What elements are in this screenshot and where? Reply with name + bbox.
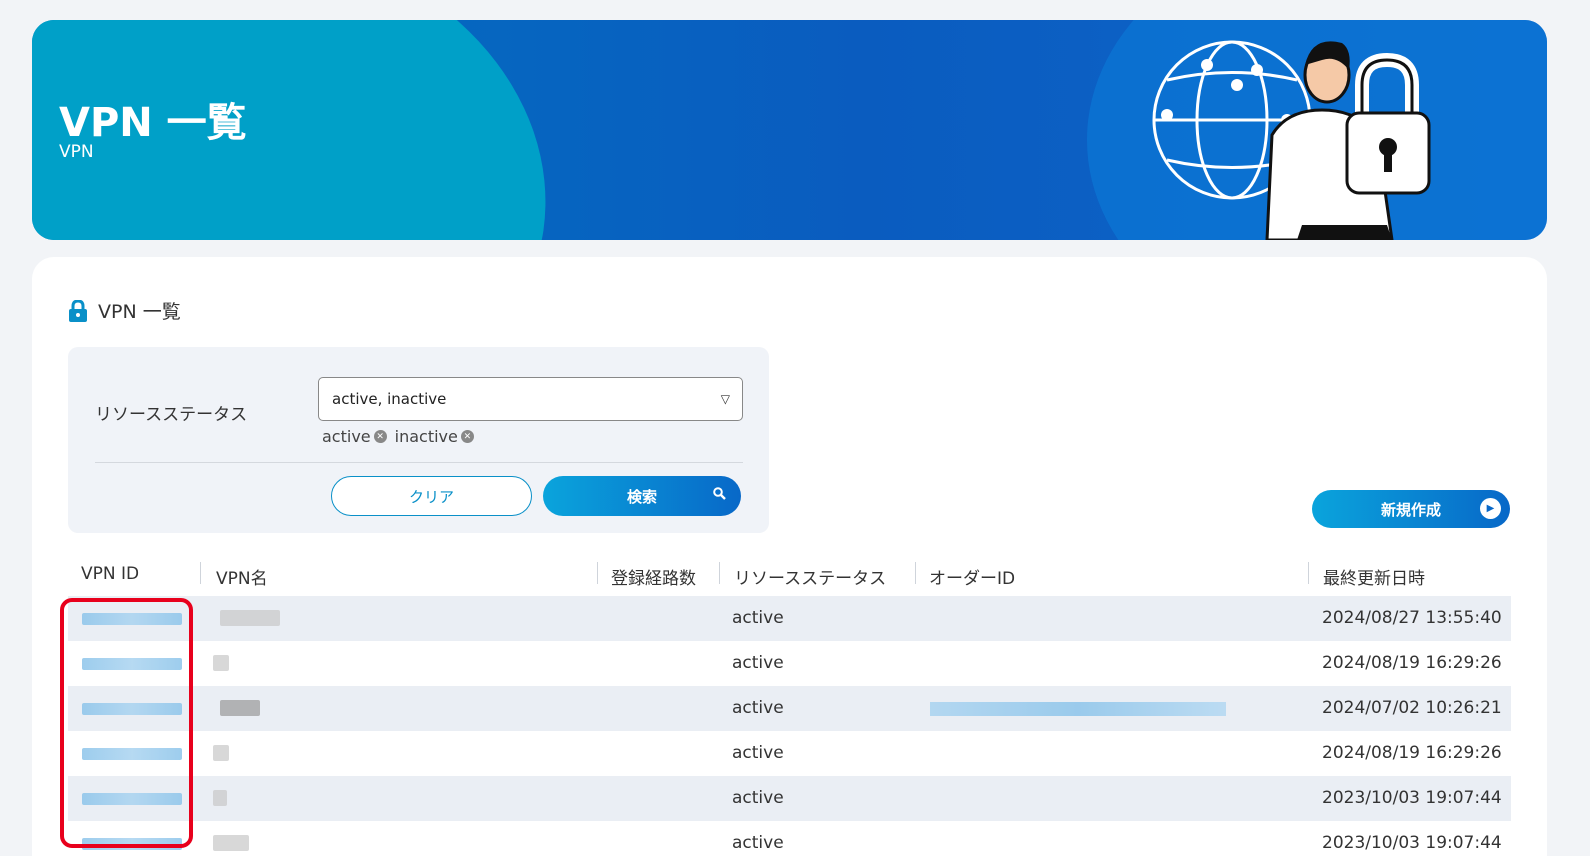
resource-status-cell: active [732,788,784,808]
column-separator [200,562,201,584]
vpn-list-card: VPN 一覧 リソースステータス active, inactive ▽ acti… [32,257,1547,856]
column-separator [597,562,598,584]
divider [95,462,743,463]
column-separator [719,562,720,584]
chevron-down-icon: ▽ [720,392,730,406]
vpn-table: VPN ID VPN名 登録経路数 リソースステータス オーダーID 最終更新日… [68,554,1511,856]
updated-at-cell: 2024/08/27 13:55:40 [1322,608,1502,628]
card-title: VPN 一覧 [68,297,181,324]
column-header-updated-at[interactable]: 最終更新日時 [1323,564,1425,589]
column-header-vpn-name[interactable]: VPN名 [216,564,268,589]
resource-status-cell: active [732,608,784,628]
updated-at-cell: 2023/10/03 19:07:44 [1322,833,1502,853]
column-header-resource-status[interactable]: リソースステータス [734,564,886,589]
column-separator [1308,562,1309,584]
table-row[interactable]: active 2024/08/19 16:29:26 [68,731,1511,776]
resource-status-cell: active [732,743,784,763]
remove-chip-icon[interactable]: ✕ [460,430,474,443]
updated-at-cell: 2023/10/03 19:07:44 [1322,788,1502,808]
resource-status-label: リソースステータス [95,405,248,425]
resource-status-cell: active [732,833,784,853]
filter-panel: リソースステータス active, inactive ▽ active ✕ in… [68,347,769,533]
arrow-right-circle-icon: ▶ [1480,498,1501,519]
vpn-name-redacted [213,835,249,851]
status-chip-active: active ✕ [322,427,387,446]
status-chip-inactive: inactive ✕ [395,427,474,446]
table-body: active 2024/08/27 13:55:40 active 2024/0… [68,596,1511,856]
table-row[interactable]: active 2023/10/03 19:07:44 [68,821,1511,856]
order-id-link[interactable] [930,702,1226,716]
selected-status-chips: active ✕ inactive ✕ [322,427,474,446]
table-row[interactable]: active 2024/07/02 10:26:21 [68,686,1511,731]
remove-chip-icon[interactable]: ✕ [373,430,387,443]
table-header: VPN ID VPN名 登録経路数 リソースステータス オーダーID 最終更新日… [68,554,1511,596]
select-value: active, inactive [332,390,447,408]
vpn-name-redacted [213,745,229,761]
updated-at-cell: 2024/08/19 16:29:26 [1322,653,1502,673]
table-row[interactable]: active 2024/08/19 16:29:26 [68,641,1511,686]
column-separator [915,562,916,584]
table-row[interactable]: active 2024/08/27 13:55:40 [68,596,1511,641]
vpn-name-redacted [213,790,227,806]
chip-label: active [322,427,371,446]
column-header-route-count[interactable]: 登録経路数 [611,564,696,589]
updated-at-cell: 2024/07/02 10:26:21 [1322,698,1502,718]
create-new-label: 新規作成 [1380,500,1441,519]
column-header-order-id[interactable]: オーダーID [929,564,1015,589]
vpn-illustration-icon [1152,40,1431,240]
create-new-button[interactable]: 新規作成 ▶ [1312,490,1510,528]
page-banner: VPN 一覧 VPN [32,20,1547,240]
resource-status-cell: active [732,653,784,673]
table-row[interactable]: active 2023/10/03 19:07:44 [68,776,1511,821]
page-subtitle: VPN [59,142,94,162]
card-title-text: VPN 一覧 [98,301,181,323]
search-icon [713,487,726,504]
column-header-vpn-id[interactable]: VPN ID [81,564,139,584]
search-button-label: 検索 [626,487,657,506]
resource-status-cell: active [732,698,784,718]
vpn-name-redacted [220,610,280,626]
updated-at-cell: 2024/08/19 16:29:26 [1322,743,1502,763]
page-title: VPN 一覧 [59,100,247,146]
clear-button[interactable]: クリア [331,476,532,516]
vpn-id-column-highlight [60,598,193,848]
search-button[interactable]: 検索 [543,476,741,516]
chip-label: inactive [394,427,458,446]
vpn-name-redacted [220,700,260,716]
lock-icon [69,299,87,322]
resource-status-select[interactable]: active, inactive ▽ [318,377,743,421]
vpn-name-redacted [213,655,229,671]
